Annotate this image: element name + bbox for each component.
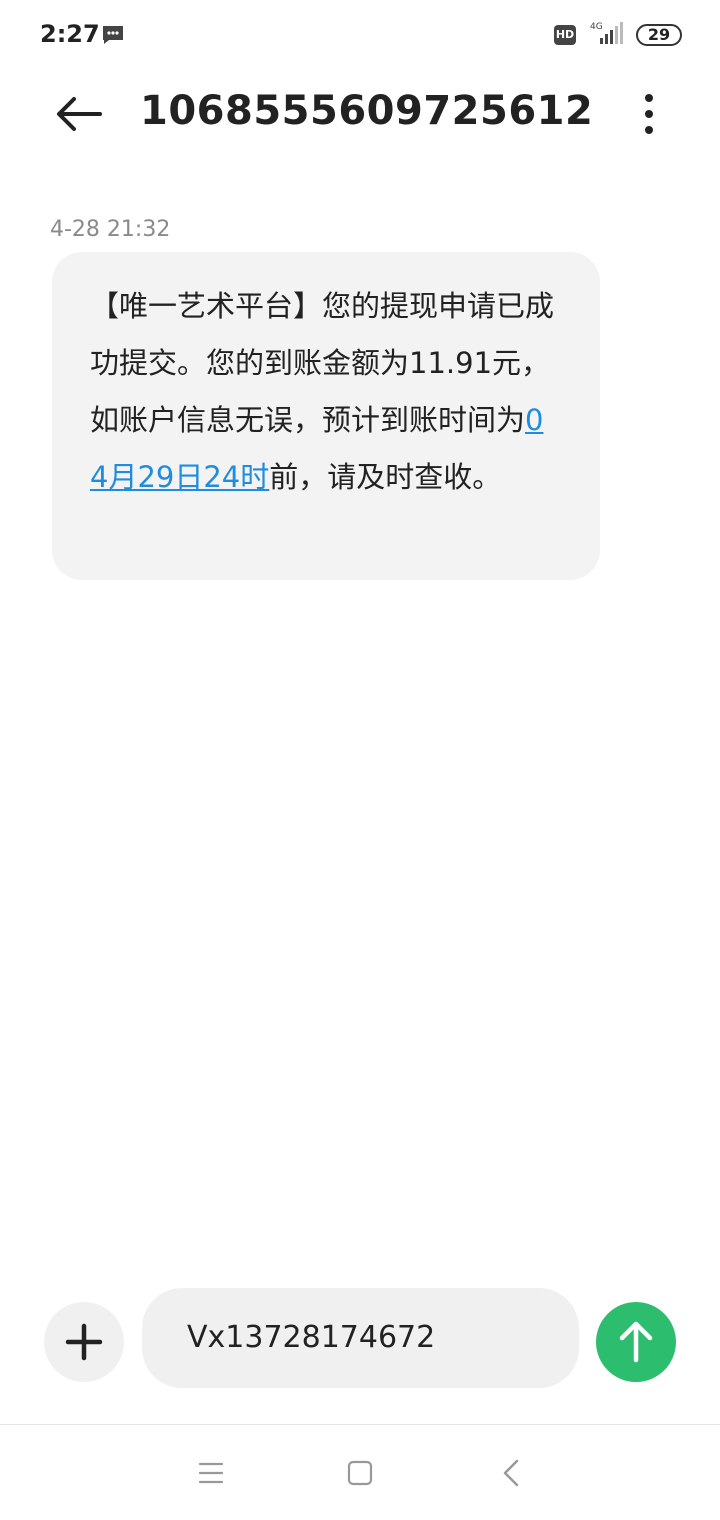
message-input[interactable]: Vx13728174672 [142,1288,579,1388]
message-text-end: 前，请及时查收。 [269,460,502,494]
add-attachment-button[interactable] [44,1302,124,1382]
battery-indicator: 29 [636,24,682,46]
status-time: 2:27 [40,20,100,48]
menu-icon[interactable] [198,1461,224,1485]
arrow-left-icon[interactable] [52,92,104,136]
plus-icon [65,1323,103,1361]
incoming-message-bubble[interactable]: 【唯一艺术平台】您的提现申请已成功提交。您的到账金额为11.91元，如账户信息无… [52,252,600,580]
message-notification-icon [103,26,123,44]
message-text: 【唯一艺术平台】您的提现申请已成功提交。您的到账金额为11.91元，如账户信息无… [90,289,555,437]
status-bar: 2:27 HD 4G 29 [0,0,720,70]
send-button[interactable] [596,1302,676,1382]
message-timestamp: 4-28 21:32 [50,217,171,242]
network-label: 4G [590,22,603,32]
more-vertical-icon[interactable] [632,92,666,136]
chevron-left-icon[interactable] [500,1458,522,1488]
hd-badge: HD [554,25,576,45]
contact-number-title: 1068555609725612 [140,88,594,134]
conversation-header: 1068555609725612 [0,72,720,162]
arrow-up-icon [619,1321,653,1363]
square-home-icon[interactable] [347,1460,373,1486]
signal-icon: 4G [590,22,623,44]
system-navigation-bar [0,1424,720,1520]
